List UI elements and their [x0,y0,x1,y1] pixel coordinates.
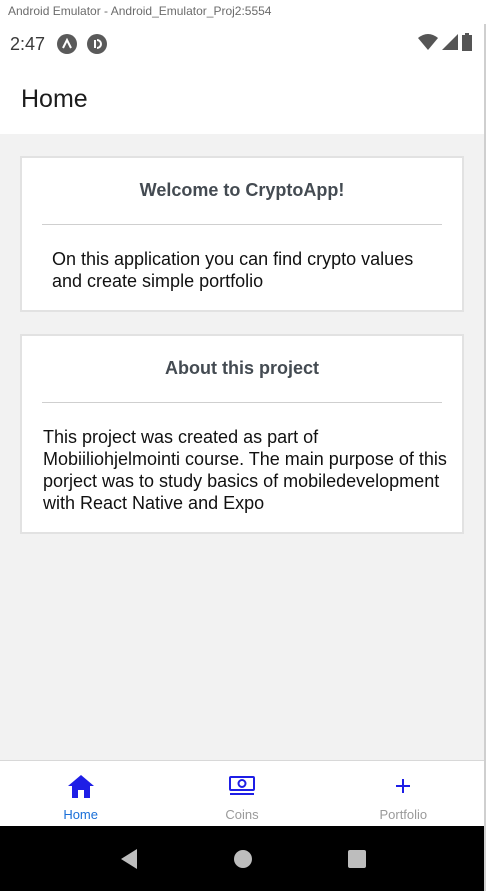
content-area: Welcome to CryptoApp! On this applicatio… [0,134,484,760]
status-right-icons [418,32,472,56]
tab-coins[interactable]: Coins [161,761,322,826]
welcome-card: Welcome to CryptoApp! On this applicatio… [20,156,464,312]
money-icon [228,771,256,801]
app-notification-icon [87,34,108,54]
cellular-signal-icon [442,33,458,55]
emulator-frame: Android Emulator - Android_Emulator_Proj… [0,0,486,891]
tab-portfolio[interactable]: Portfolio [323,761,484,826]
emulator-window-title: Android Emulator - Android_Emulator_Proj… [8,4,272,18]
tab-home[interactable]: Home [0,761,161,826]
android-navigation-bar [0,826,486,891]
wifi-icon [418,33,438,55]
expo-icon [57,34,78,54]
battery-icon [462,32,472,56]
bottom-tab-bar: Home Coins Portfolio [0,760,484,826]
back-icon[interactable] [117,847,141,871]
status-bar: 2:47 [0,24,484,64]
device-screen: 2:47 Home Welcome to CryptoApp! On this … [0,24,486,891]
about-card-title: About this project [165,358,319,378]
welcome-card-title: Welcome to CryptoApp! [139,180,345,200]
overview-icon[interactable] [345,847,369,871]
about-card: About this project This project was crea… [20,334,464,534]
tab-portfolio-label: Portfolio [379,807,428,822]
tab-coins-label: Coins [225,807,259,822]
home-circle-icon[interactable] [231,847,255,871]
about-card-body: This project was created as part of Mobi… [43,427,447,513]
page-title: Home [21,84,88,113]
status-time: 2:47 [10,33,46,54]
app-bar: Home [0,64,484,134]
home-icon [67,771,95,801]
plus-icon [393,771,413,801]
tab-home-label: Home [63,807,98,822]
welcome-card-body: On this application you can find crypto … [52,249,414,291]
